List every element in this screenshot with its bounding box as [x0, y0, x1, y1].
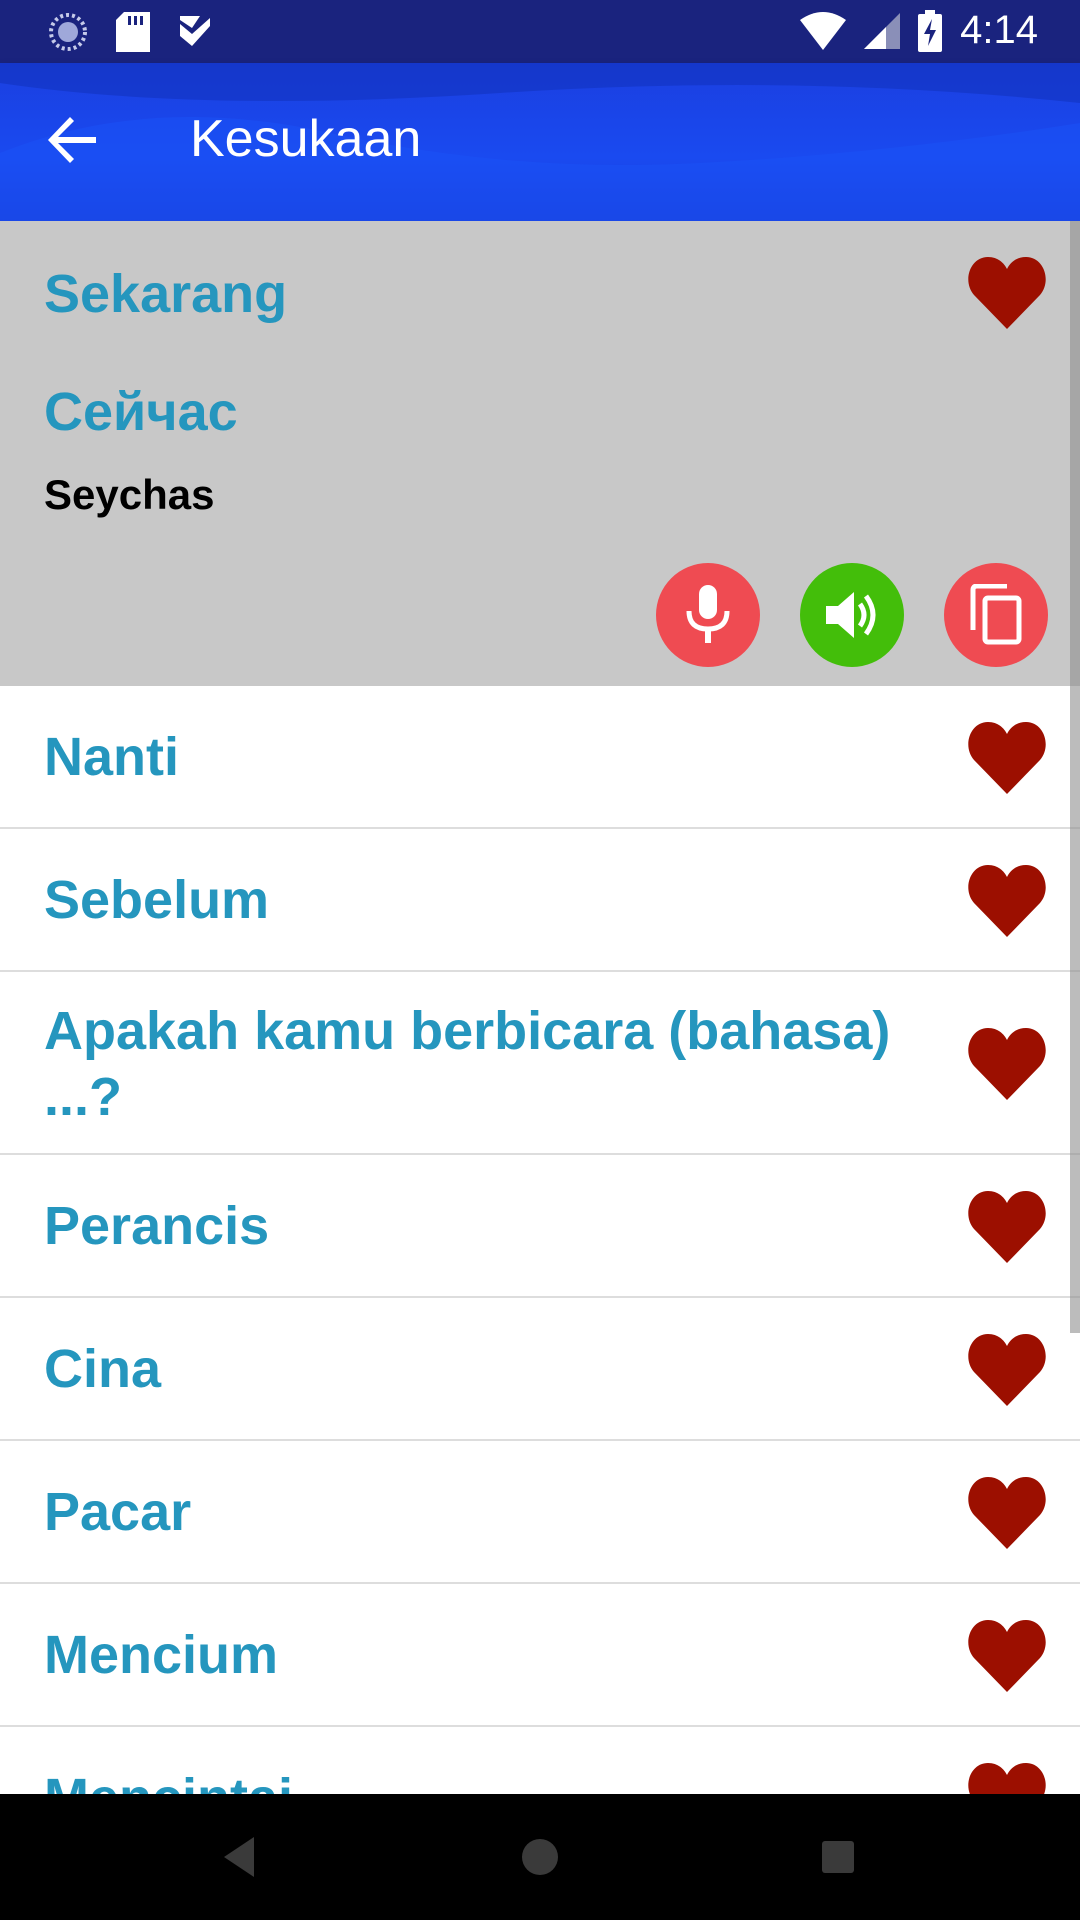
phrase-text: Pacar: [44, 1482, 192, 1542]
check-notification-icon: [180, 16, 210, 46]
phrase-text: Nanti: [44, 727, 179, 787]
arrow-back-icon[interactable]: [46, 113, 100, 167]
phrase-text: Cina: [44, 1339, 162, 1399]
microphone-button[interactable]: [656, 563, 760, 667]
list-item[interactable]: Mencium: [0, 1584, 1080, 1727]
status-time: 4:14: [960, 8, 1038, 52]
speaker-button[interactable]: [800, 563, 904, 667]
copy-button[interactable]: [944, 563, 1048, 667]
heart-icon[interactable]: [968, 1620, 1046, 1692]
recents-square-icon[interactable]: [810, 1829, 866, 1885]
copy-icon: [970, 584, 1022, 645]
home-circle-icon[interactable]: [512, 1829, 568, 1885]
translation-text: Сейчас: [44, 382, 238, 442]
heart-icon[interactable]: [968, 1477, 1046, 1549]
heart-icon[interactable]: [968, 865, 1046, 937]
favorites-list: Sekarang Сейчас Seychas Nanti Sebelum Ap…: [0, 221, 1080, 1794]
list-item[interactable]: Nanti: [0, 686, 1080, 829]
list-item[interactable]: Apakah kamu berbicara (bahasa) ...?: [0, 972, 1080, 1155]
spinner-icon: [49, 13, 87, 51]
phrase-text: Mencium: [44, 1625, 279, 1685]
status-bar: 4:14: [0, 0, 1080, 63]
heart-icon[interactable]: [968, 257, 1046, 329]
heart-icon[interactable]: [968, 722, 1046, 794]
heart-icon[interactable]: [968, 1191, 1046, 1263]
back-triangle-icon[interactable]: [214, 1829, 270, 1885]
page-title: Kesukaan: [190, 110, 422, 168]
app-bar-wave-decoration: [0, 63, 1080, 221]
list-item[interactable]: Sebelum: [0, 829, 1080, 972]
app-bar: Kesukaan: [0, 63, 1080, 221]
system-nav-bar: [0, 1794, 1080, 1920]
phrase-text: Sekarang: [44, 264, 288, 324]
phrase-text: Mencintai: [44, 1765, 924, 1794]
speaker-icon: [826, 592, 876, 638]
sd-card-icon: [116, 12, 150, 52]
wifi-icon: [800, 11, 847, 50]
cell-signal-icon: [864, 12, 901, 49]
expanded-list-item[interactable]: Sekarang Сейчас Seychas: [0, 221, 1080, 686]
transliteration-text: Seychas: [44, 471, 215, 518]
microphone-icon: [686, 585, 730, 643]
phrase-text: Perancis: [44, 1196, 270, 1256]
phrase-text: Apakah kamu berbicara (bahasa) ...?: [44, 1001, 891, 1127]
heart-icon[interactable]: [968, 1028, 1046, 1100]
list-item[interactable]: Perancis: [0, 1155, 1080, 1298]
list-item[interactable]: Pacar: [0, 1441, 1080, 1584]
scrollbar[interactable]: [1070, 221, 1080, 1333]
heart-icon[interactable]: [968, 1334, 1046, 1406]
phrase-text: Sebelum: [44, 870, 270, 930]
list-item[interactable]: Cina: [0, 1298, 1080, 1441]
list-item[interactable]: Mencintai: [0, 1727, 1080, 1794]
battery-charging-icon: [918, 9, 943, 52]
heart-icon[interactable]: [968, 1763, 1046, 1794]
